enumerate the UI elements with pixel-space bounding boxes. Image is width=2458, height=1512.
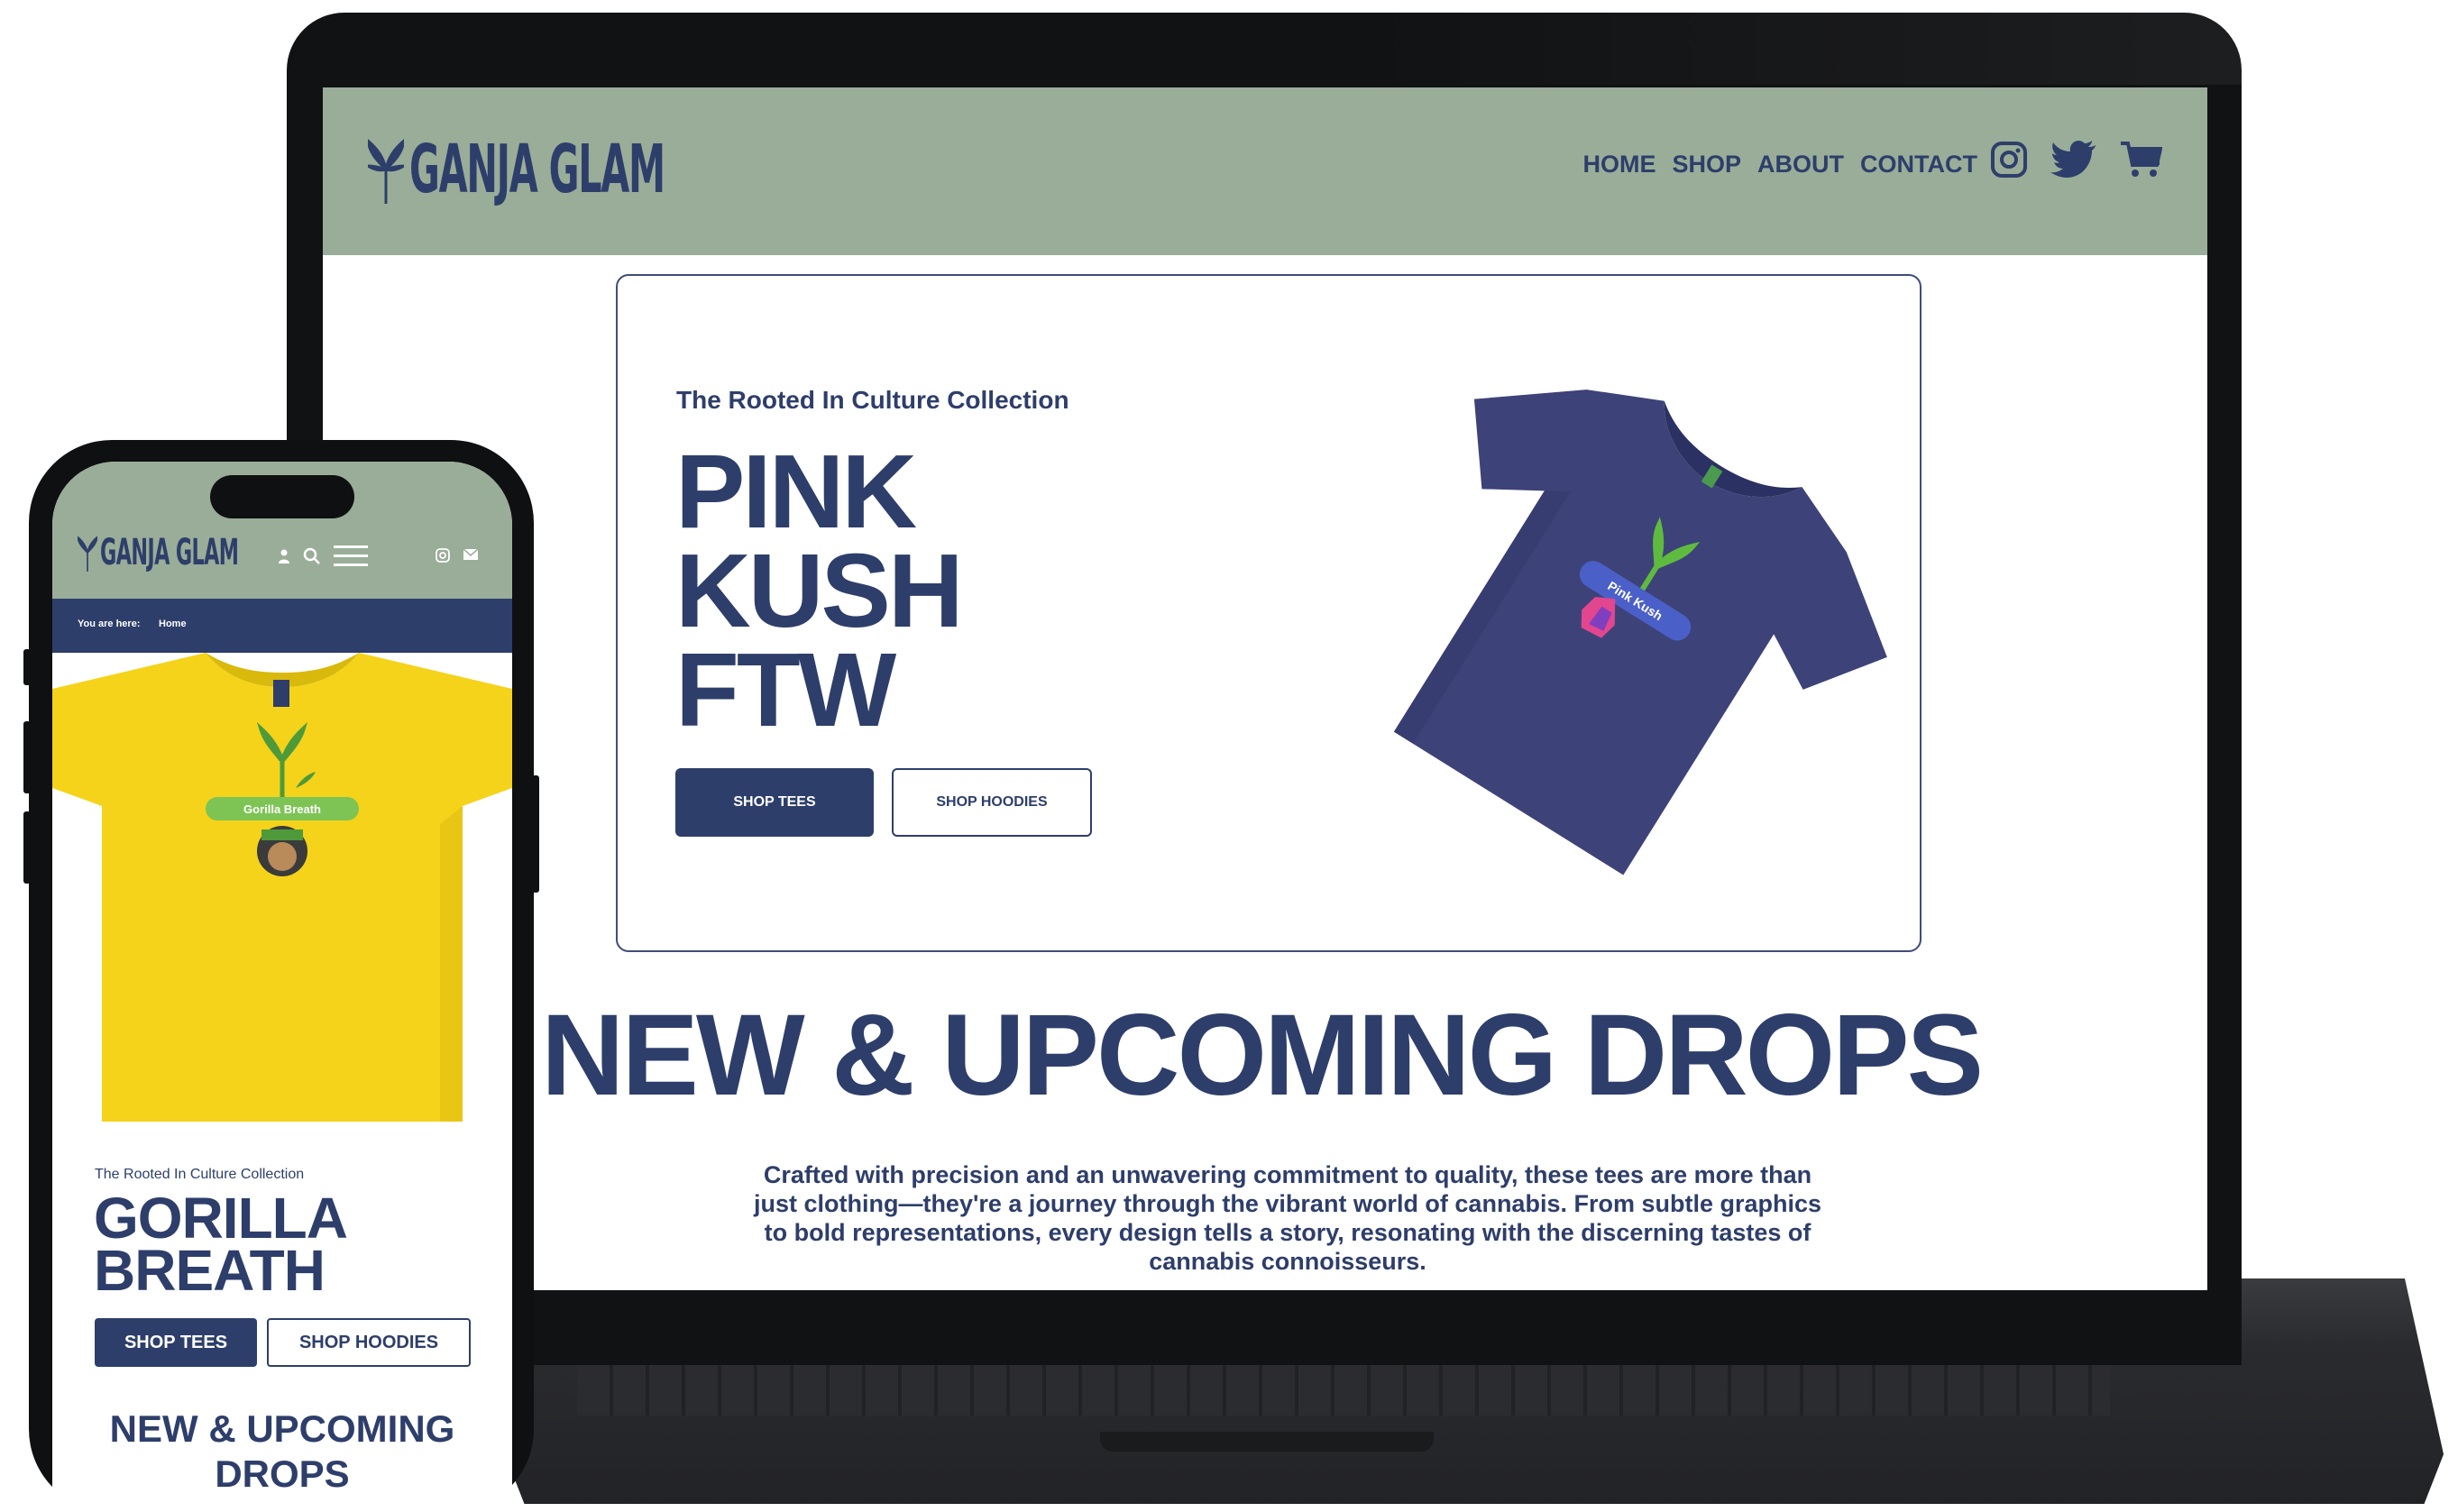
breadcrumb: You are here: Home: [52, 599, 512, 653]
header-icons: [1989, 140, 2162, 179]
section-heading-line: NEW & UPCOMING: [109, 1407, 455, 1450]
mobile-hero-subtitle: The Rooted In Culture Collection: [95, 1167, 305, 1182]
hero-title-line: PINK: [675, 433, 917, 550]
nav-home[interactable]: HOME: [1582, 151, 1655, 179]
mobile-social-icons: [436, 548, 479, 563]
breadcrumb-home-link[interactable]: Home: [159, 619, 187, 629]
cart-icon[interactable]: [2119, 140, 2162, 179]
dynamic-island: [210, 475, 354, 518]
instagram-icon[interactable]: [1989, 140, 2029, 179]
hero-title: PINK KUSH FTW: [675, 433, 964, 748]
mobile-hero-title: GORILLA BREATH: [94, 1186, 348, 1303]
cannabis-leaf-icon: [368, 139, 404, 204]
shop-hoodies-button[interactable]: SHOP HOODIES: [267, 1318, 471, 1367]
nav-contact[interactable]: CONTACT: [1860, 151, 1977, 179]
instagram-icon[interactable]: [436, 548, 450, 563]
hero-card: The Rooted In Culture Collection PINK KU…: [616, 274, 1921, 952]
phone-screen: GANJA GLAM You are here: Home Gorilla Br…: [52, 462, 512, 1512]
hero-title-line: GORILLA: [94, 1186, 348, 1251]
nav-about[interactable]: ABOUT: [1757, 151, 1844, 179]
hero-title-line: KUSH: [675, 532, 964, 649]
nav-shop[interactable]: SHOP: [1672, 151, 1741, 179]
laptop-screen: GANJA GLAM HOME SHOP ABOUT CONTACT The R…: [323, 87, 2207, 1290]
shop-tees-button[interactable]: SHOP TEES: [95, 1318, 257, 1367]
mobile-header: GANJA GLAM: [52, 462, 512, 599]
menu-icon[interactable]: [334, 545, 368, 568]
section-description: Crafted with precision and an unwavering…: [753, 1161, 1822, 1275]
twitter-icon[interactable]: [2050, 140, 2097, 179]
hero-subtitle: The Rooted In Culture Collection: [676, 386, 1069, 414]
site-logo[interactable]: GANJA GLAM: [368, 131, 665, 208]
logo-wordmark: GANJA GLAM: [409, 131, 665, 208]
laptop-notch: [1100, 1432, 1434, 1452]
shop-tees-button[interactable]: SHOP TEES: [675, 768, 874, 837]
section-heading-line: DROPS: [215, 1452, 350, 1495]
product-tshirt-image[interactable]: Pink Kush: [1312, 357, 1925, 898]
user-icon[interactable]: [278, 549, 290, 564]
shop-hoodies-button[interactable]: SHOP HOODIES: [892, 768, 1092, 837]
main-nav: HOME SHOP ABOUT CONTACT: [1582, 151, 1977, 179]
site-header: GANJA GLAM HOME SHOP ABOUT CONTACT: [323, 87, 2207, 255]
mobile-tools: [278, 545, 368, 568]
breadcrumb-label: You are here:: [78, 619, 141, 629]
mail-icon[interactable]: [463, 548, 479, 561]
hero-title-line: FTW: [675, 631, 896, 748]
product-tshirt-image[interactable]: Gorilla Breath: [52, 653, 512, 1122]
mobile-section-heading: NEW & UPCOMING DROPS: [52, 1407, 512, 1497]
cannabis-leaf-icon: [78, 536, 97, 572]
section-heading: NEW & UPCOMING DROPS: [541, 991, 1984, 1120]
search-icon[interactable]: [303, 547, 321, 565]
logo-wordmark: GANJA GLAM: [100, 532, 239, 573]
tshirt-graphic-label: Gorilla Breath: [243, 802, 321, 816]
hero-title-line: BREATH: [94, 1238, 326, 1303]
mobile-site-logo[interactable]: GANJA GLAM: [78, 532, 239, 573]
